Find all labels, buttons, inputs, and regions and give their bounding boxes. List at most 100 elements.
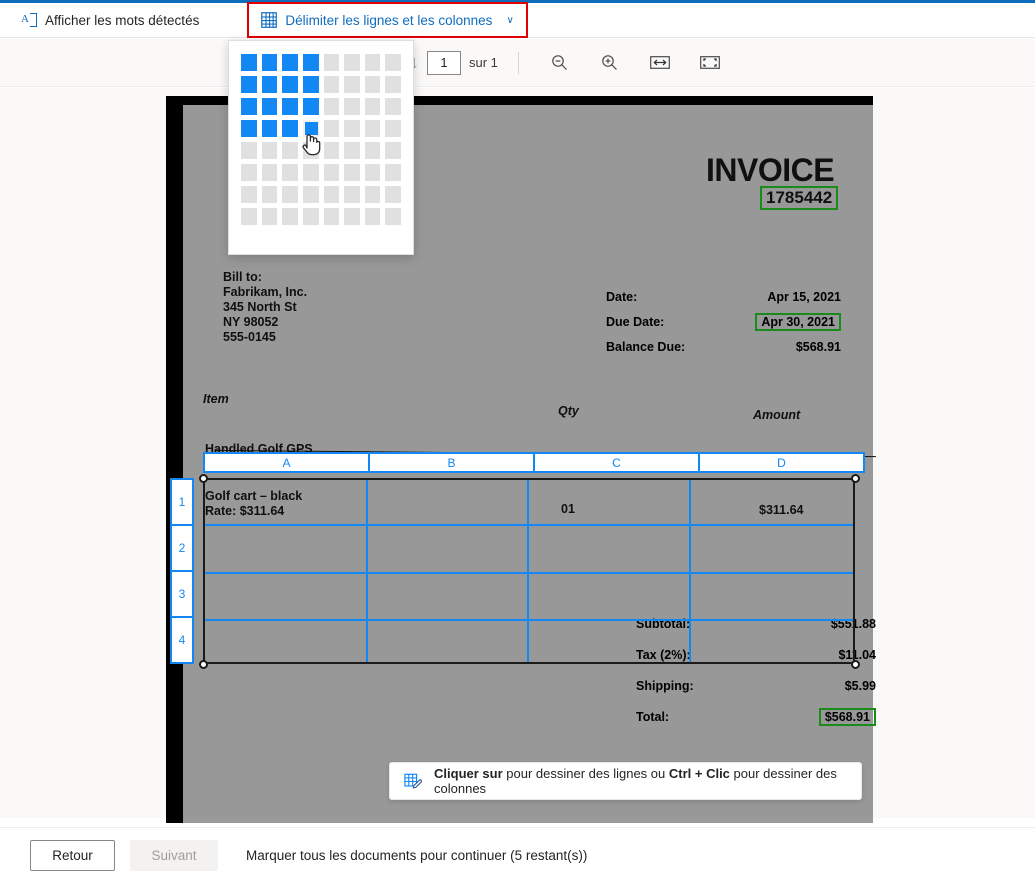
grid-cell[interactable] — [282, 54, 298, 71]
grid-cell[interactable] — [261, 208, 278, 225]
grid-cell[interactable] — [241, 186, 257, 203]
grid-cell[interactable] — [261, 98, 278, 115]
column-header-b[interactable]: B — [370, 454, 535, 471]
grid-cell-hovered[interactable] — [302, 120, 319, 137]
row-header-3[interactable]: 3 — [172, 572, 192, 618]
grid-cell[interactable] — [261, 164, 278, 181]
zoom-out-icon[interactable] — [545, 50, 575, 76]
row-header-2[interactable]: 2 — [172, 526, 192, 572]
grid-cell[interactable] — [344, 142, 360, 159]
grid-cell[interactable] — [241, 54, 257, 71]
totals-value: $5.99 — [844, 678, 876, 693]
grid-cell[interactable] — [241, 164, 257, 181]
grid-cell[interactable] — [302, 208, 319, 225]
grid-cell[interactable] — [241, 120, 257, 137]
grid-cell[interactable] — [282, 76, 298, 93]
row-divider-line[interactable] — [205, 619, 853, 621]
column-header-c[interactable]: C — [535, 454, 700, 471]
grid-cell[interactable] — [344, 54, 360, 71]
grid-cell[interactable] — [241, 142, 257, 159]
grid-cell[interactable] — [385, 120, 401, 137]
resize-handle-top-right[interactable] — [851, 474, 860, 483]
grid-cell[interactable] — [344, 208, 360, 225]
column-header-d[interactable]: D — [700, 454, 863, 471]
row-header-strip[interactable]: 1 2 3 4 — [170, 478, 194, 664]
grid-cell[interactable] — [385, 164, 401, 181]
table-selection-overlay[interactable] — [203, 478, 855, 664]
grid-cell[interactable] — [241, 76, 257, 93]
grid-cell[interactable] — [344, 98, 360, 115]
row-column-grid-picker[interactable] — [228, 40, 414, 255]
resize-handle-top-left[interactable] — [199, 474, 208, 483]
grid-cell[interactable] — [323, 54, 340, 71]
grid-cell[interactable] — [261, 142, 278, 159]
invoice-title: INVOICE — [706, 152, 835, 188]
grid-cell[interactable] — [385, 186, 401, 203]
grid-cell[interactable] — [282, 98, 298, 115]
grid-cell[interactable] — [261, 54, 278, 71]
grid-cell[interactable] — [323, 120, 340, 137]
grid-cell[interactable] — [344, 120, 360, 137]
grid-cell[interactable] — [364, 54, 381, 71]
delimit-rows-columns-button[interactable]: Délimiter les lignes et les colonnes ∨ — [247, 2, 528, 38]
grid-cell[interactable] — [385, 142, 401, 159]
row-header-1[interactable]: 1 — [172, 480, 192, 526]
grid-cell[interactable] — [302, 54, 319, 71]
grid-cell[interactable] — [282, 164, 298, 181]
row-header-4[interactable]: 4 — [172, 618, 192, 662]
grid-cell[interactable] — [282, 186, 298, 203]
grid-cell[interactable] — [385, 76, 401, 93]
grid-cell[interactable] — [364, 186, 381, 203]
back-button[interactable]: Retour — [30, 839, 115, 871]
row-divider-line[interactable] — [205, 572, 853, 574]
grid-cell[interactable] — [282, 142, 298, 159]
grid-cell[interactable] — [282, 208, 298, 225]
grid-cell[interactable] — [261, 76, 278, 93]
grid-cell[interactable] — [364, 120, 381, 137]
hint-text-1: pour dessiner des lignes ou — [502, 766, 669, 781]
column-divider-line[interactable] — [689, 480, 691, 662]
grid-cell[interactable] — [302, 186, 319, 203]
zoom-in-icon[interactable] — [595, 50, 625, 76]
row-divider-line[interactable] — [205, 524, 853, 526]
grid-cell[interactable] — [323, 164, 340, 181]
grid-cell[interactable] — [385, 98, 401, 115]
fit-page-icon[interactable] — [695, 50, 725, 76]
grid-cell[interactable] — [323, 76, 340, 93]
grid-cell[interactable] — [323, 208, 340, 225]
grid-cell[interactable] — [323, 186, 340, 203]
grid-cell[interactable] — [241, 208, 257, 225]
grid-cell[interactable] — [344, 186, 360, 203]
page-number-input[interactable] — [427, 50, 461, 75]
grid-cell[interactable] — [302, 142, 319, 159]
grid-cell[interactable] — [385, 54, 401, 71]
grid-cell[interactable] — [261, 186, 278, 203]
grid-cell[interactable] — [385, 208, 401, 225]
grid-cell[interactable] — [302, 76, 319, 93]
grid-cell[interactable] — [282, 120, 298, 137]
grid-cell[interactable] — [302, 98, 319, 115]
grid-picker-row — [241, 98, 401, 115]
column-divider-line[interactable] — [366, 480, 368, 662]
grid-cell[interactable] — [302, 164, 319, 181]
grid-picker-row — [241, 142, 401, 159]
grid-cell[interactable] — [364, 98, 381, 115]
meta-row: Date: Apr 15, 2021 — [606, 284, 841, 309]
grid-cell[interactable] — [261, 120, 278, 137]
grid-cell[interactable] — [323, 142, 340, 159]
grid-cell[interactable] — [241, 98, 257, 115]
grid-cell[interactable] — [364, 208, 381, 225]
show-detected-words-button[interactable]: A Afficher les mots détectés — [10, 5, 209, 35]
column-header-strip[interactable]: A B C D — [203, 452, 865, 473]
grid-cell[interactable] — [364, 76, 381, 93]
resize-handle-bottom-right[interactable] — [851, 660, 860, 669]
grid-cell[interactable] — [344, 164, 360, 181]
grid-cell[interactable] — [364, 164, 381, 181]
grid-cell[interactable] — [323, 98, 340, 115]
fit-width-icon[interactable] — [645, 50, 675, 76]
resize-handle-bottom-left[interactable] — [199, 660, 208, 669]
column-divider-line[interactable] — [527, 480, 529, 662]
column-header-a[interactable]: A — [205, 454, 370, 471]
grid-cell[interactable] — [344, 76, 360, 93]
grid-cell[interactable] — [364, 142, 381, 159]
